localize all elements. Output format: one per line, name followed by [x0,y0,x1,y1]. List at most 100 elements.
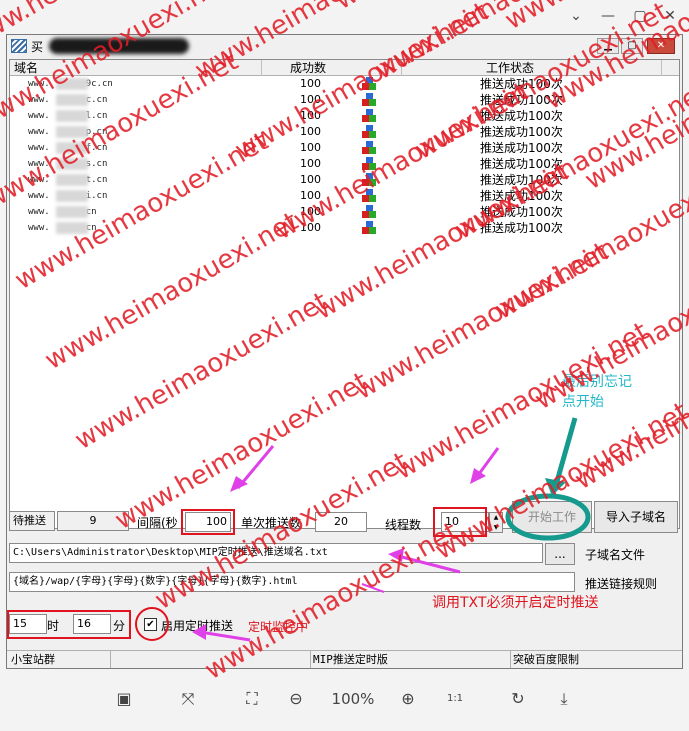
row-domain-redaction [56,190,88,202]
status-icon [362,157,376,171]
minimize-icon[interactable]: — [598,6,618,26]
row-status: 推送成功100次 [480,157,563,171]
table-row[interactable]: www. 9c.cn 100 推送成功100次 [10,76,679,92]
row-domain-redaction [56,78,88,90]
maximize-icon[interactable]: ▢ [630,6,650,26]
row-count: 100 [300,221,321,234]
layout-icon[interactable]: ▣ [110,686,138,712]
chevron-down-icon[interactable]: ⌄ [566,6,586,26]
reminder-note: 最后别忘记 点开始 [562,372,632,412]
row-domain-end: t.cn [85,175,108,185]
table-row[interactable]: www. f.cn 100 推送成功100次 [10,140,679,156]
row-domain-start: www. [28,175,50,185]
row-status: 推送成功100次 [480,189,563,203]
row-status: 推送成功100次 [480,173,563,187]
row-domain-start: www. [28,127,50,137]
row-domain-start: www. [28,159,50,169]
row-domain-end: i.cn [85,191,108,201]
rotate-icon[interactable]: ↻ [504,686,532,712]
row-domain-end: f.cn [85,143,108,153]
row-count: 100 [300,125,321,138]
table-row[interactable]: www. s.cn 100 推送成功100次 [10,156,679,172]
row-domain-end: l.cn [85,111,108,121]
table-row[interactable]: www. t.cn 100 推送成功100次 [10,172,679,188]
row-domain-redaction [56,222,88,234]
reminder-line-2: 点开始 [562,394,604,410]
status-icon [362,173,376,187]
status-version: MIP推送定时版 [311,651,511,668]
reminder-line-1: 最后别忘记 [562,374,632,390]
column-count[interactable]: 成功数 [262,60,402,76]
row-domain-redaction [56,158,88,170]
viewer-toolbar: ▣ ⤧ ⛶ ⊖ 100% ⊕ 1:1 ↻ ⤓ [0,676,689,724]
status-icon [362,77,376,91]
table-row[interactable]: www. cn 100 推送成功100次 [10,220,679,236]
status-bar: 小宝站群 MIP推送定时版 突破百度限制 [7,650,682,668]
status-icon [362,125,376,139]
zoom-out-icon[interactable]: ⊖ [282,686,310,712]
zoom-in-icon[interactable]: ⊕ [394,686,422,712]
pending-count: 9 [57,511,129,531]
row-domain-start: www. [28,111,50,121]
row-domain-redaction [56,94,88,106]
table-row[interactable]: www. l.cn 100 推送成功100次 [10,108,679,124]
status-empty [111,651,311,668]
browse-button[interactable]: ... [545,543,575,565]
status-icon [362,221,376,235]
download-icon[interactable]: ⤓ [550,686,578,712]
domain-list[interactable]: 域名 成功数 工作状态 www. 9c.cn 100 推送成功100次 www. c.cn… [9,59,680,529]
row-count: 100 [300,205,321,218]
actual-size-icon[interactable]: ⛶ [238,686,266,712]
column-status[interactable]: 工作状态 [402,60,662,76]
row-count: 100 [300,109,321,122]
threads-label: 线程数 [385,518,422,532]
app-maximize-button[interactable]: ▢ [621,38,643,54]
row-count: 100 [300,189,321,202]
row-status: 推送成功100次 [480,125,563,139]
single-count-input[interactable]: 20 [315,512,367,532]
import-subdomains-button[interactable]: 导入子域名 [594,501,678,533]
timer-checkbox-label: 启用定时推送 [161,619,234,633]
monitor-note: 定时监控中 [248,620,309,634]
row-count: 100 [300,93,321,106]
row-domain-start: www. [28,79,50,89]
start-work-button[interactable]: 开始工作 [512,501,592,533]
link-rule-input[interactable]: {域名}/wap/{字母}{字母}{数字}{字母}{字母}{数字}.html [9,572,575,592]
status-icon [362,109,376,123]
row-domain-redaction [56,142,88,154]
row-domain-end: 9c.cn [85,79,113,89]
table-row[interactable]: www. cn 100 推送成功100次 [10,204,679,220]
timer-checkbox[interactable]: ✔ [144,618,157,631]
highlight-time [7,610,131,639]
title-redaction [49,38,189,54]
subdomain-file-path[interactable]: C:\Users\Administrator\Desktop\MIP定时推送\推… [9,543,543,563]
row-count: 100 [300,173,321,186]
table-row[interactable]: www. i.cn 100 推送成功100次 [10,188,679,204]
table-row[interactable]: www. c.cn 100 推送成功100次 [10,92,679,108]
row-domain-end: p.cn [85,127,108,137]
row-domain-redaction [56,126,88,138]
row-count: 100 [300,157,321,170]
app-minimize-button[interactable]: ▁ [597,38,619,54]
row-domain-end: c.cn [85,95,108,105]
interval-label: 间隔(秒 [137,516,178,530]
row-status: 推送成功100次 [480,141,563,155]
close-icon[interactable]: ✕ [660,6,680,26]
highlight-threads [433,507,487,537]
app-title: 买 [31,40,44,54]
threads-spinner[interactable]: ▲ ▼ [489,512,503,533]
row-domain-start: www. [28,223,50,233]
one-to-one-icon[interactable]: 1:1 [442,686,468,712]
row-domain-redaction [56,110,88,122]
row-domain-end: s.cn [85,159,108,169]
status-icon [362,93,376,107]
table-row[interactable]: www. p.cn 100 推送成功100次 [10,124,679,140]
row-domain-start: www. [28,207,50,217]
column-domain[interactable]: 域名 [10,60,262,76]
txt-note: 调用TXT必须开启定时推送 [432,595,599,611]
app-close-button[interactable]: ✕ [647,38,675,54]
subdomain-file-label: 子域名文件 [585,548,646,562]
single-count-label: 单次推送数 [241,516,302,530]
row-status: 推送成功100次 [480,93,563,107]
fit-screen-icon[interactable]: ⤧ [174,686,202,712]
